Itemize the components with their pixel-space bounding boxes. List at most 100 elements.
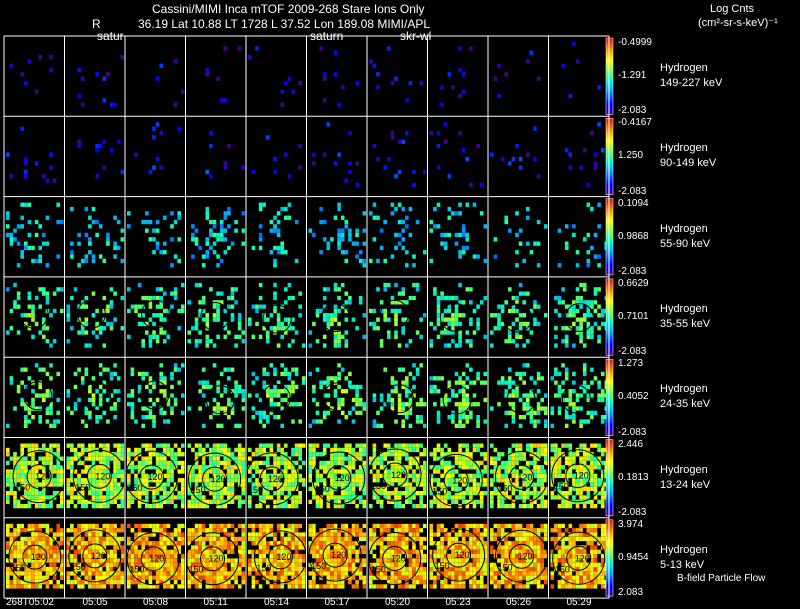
heatmap-cell	[223, 406, 228, 411]
heatmap-cell	[447, 308, 452, 314]
heatmap-cell	[379, 491, 384, 496]
heatmap-cell	[415, 447, 420, 453]
contour-label: 120	[31, 552, 46, 562]
heatmap-cell	[98, 491, 103, 496]
heatmap-cell	[227, 571, 231, 576]
heatmap-cell	[500, 499, 505, 504]
heatmap-cell	[394, 499, 398, 504]
heatmap-cell	[230, 478, 235, 483]
heatmap-cell	[91, 258, 96, 264]
heatmap-cell	[554, 334, 558, 339]
heatmap-cell	[351, 486, 356, 491]
heatmap-cell	[106, 241, 110, 246]
heatmap-cell	[526, 460, 530, 466]
heatmap-cell	[511, 456, 516, 461]
heatmap-cell	[518, 228, 523, 233]
heatmap-cell	[504, 380, 508, 385]
heatmap-cell	[52, 567, 57, 572]
heatmap-cell	[187, 339, 192, 344]
heatmap-cell	[490, 478, 494, 483]
panel-r1-c8	[490, 126, 541, 179]
heatmap-cell	[251, 371, 256, 377]
heatmap-cell	[465, 402, 470, 407]
heatmap-cell	[511, 460, 516, 466]
heatmap-cell	[262, 528, 266, 533]
heatmap-cell	[98, 384, 103, 390]
heatmap-cell	[461, 250, 466, 255]
heatmap-cell	[20, 545, 24, 550]
heatmap-cell	[20, 523, 24, 529]
heatmap-cell	[337, 245, 341, 251]
heatmap-cell	[9, 376, 14, 381]
heatmap-cell	[423, 313, 427, 318]
heatmap-cell	[230, 241, 235, 246]
heatmap-cell	[564, 460, 569, 466]
heatmap-cell	[423, 423, 427, 428]
heatmap-cell	[173, 219, 178, 225]
heatmap-cell	[540, 473, 544, 478]
heatmap-cell	[564, 148, 569, 153]
heatmap-cell	[600, 419, 605, 424]
panel-r0-c9	[561, 42, 601, 99]
heatmap-cell	[419, 495, 423, 500]
heatmap-cell	[348, 495, 352, 500]
heatmap-cell	[504, 300, 508, 305]
heatmap-cell	[504, 469, 508, 474]
heatmap-cell	[194, 443, 199, 448]
heatmap-cell	[322, 380, 327, 385]
heatmap-cell	[102, 410, 107, 415]
heatmap-cell	[237, 317, 242, 322]
panel-r1-c6	[372, 130, 427, 188]
heatmap-cell	[262, 415, 266, 420]
heatmap-cell	[337, 206, 341, 212]
heatmap-cell	[173, 575, 178, 580]
panel-r1-c3	[205, 130, 246, 179]
heatmap-cell	[27, 59, 32, 64]
heatmap-cell	[219, 443, 224, 448]
heatmap-cell	[38, 55, 42, 60]
heatmap-cell	[166, 334, 171, 339]
heatmap-cell	[387, 491, 391, 496]
heatmap-cell	[483, 258, 488, 264]
heatmap-cell	[575, 263, 580, 268]
heatmap-cell	[258, 504, 263, 509]
heatmap-cell	[508, 380, 512, 385]
heatmap-cell	[80, 419, 85, 424]
heatmap-cell	[397, 397, 402, 403]
heatmap-cell	[98, 486, 103, 491]
heatmap-cell	[294, 528, 299, 533]
heatmap-cell	[383, 282, 387, 288]
heatmap-cell	[308, 330, 313, 335]
heatmap-cell	[554, 295, 558, 301]
heatmap-cell	[191, 469, 195, 474]
heatmap-cell	[515, 452, 519, 457]
heatmap-cell	[6, 330, 10, 335]
heatmap-cell	[447, 473, 452, 478]
heatmap-cell	[454, 423, 459, 428]
heatmap-cell	[291, 384, 295, 390]
heatmap-cell	[42, 504, 46, 509]
heatmap-cell	[287, 295, 292, 301]
panel-r4-c9	[550, 363, 609, 428]
heatmap-cell	[95, 584, 99, 589]
heatmap-cell	[337, 287, 341, 292]
heatmap-cell	[405, 491, 409, 496]
heatmap-cell	[294, 571, 299, 576]
heatmap-cell	[333, 287, 338, 292]
heatmap-cell	[159, 250, 163, 255]
heatmap-cell	[159, 371, 163, 377]
heatmap-cell	[348, 130, 352, 136]
heatmap-cell	[227, 523, 231, 529]
heatmap-cell	[405, 402, 409, 407]
heatmap-cell	[302, 580, 306, 585]
heatmap-cell	[405, 215, 409, 220]
heatmap-cell	[13, 237, 17, 242]
heatmap-cell	[522, 300, 526, 305]
heatmap-cell	[337, 102, 341, 107]
heatmap-cell	[333, 161, 338, 166]
heatmap-cell	[518, 165, 523, 170]
heatmap-cell	[31, 523, 35, 529]
heatmap-cell	[284, 317, 288, 322]
heatmap-cell	[27, 523, 32, 529]
heatmap-cell	[145, 536, 149, 542]
